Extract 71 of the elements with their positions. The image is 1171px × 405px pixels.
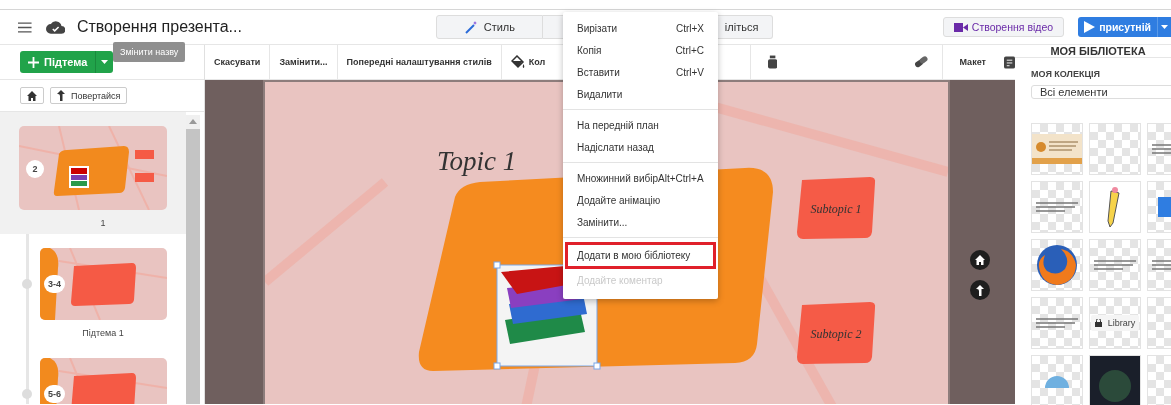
home-icon (975, 255, 985, 265)
menu-item[interactable]: Множинний вибірAlt+Ctrl+A (565, 167, 716, 189)
back-arrow-icon (57, 90, 65, 101)
menu-item[interactable]: Додайте анімацію (565, 189, 716, 211)
menu-item[interactable]: Копія Ctrl+C (565, 39, 716, 61)
menu-item[interactable]: На передній план (565, 114, 716, 136)
home-button[interactable] (970, 250, 990, 270)
toolbar-button[interactable]: Замінити... (270, 45, 338, 79)
menu-item[interactable]: Замінити... (565, 211, 716, 233)
menu-icon[interactable] (18, 21, 32, 33)
presentation-title[interactable]: Створення презента... (76, 18, 406, 36)
paint-bucket-icon (510, 55, 525, 69)
present-options-button[interactable] (1157, 17, 1171, 37)
slide-label: 1 (99, 218, 106, 228)
toolbar-button[interactable]: Попередні налаштування стилів (337, 45, 502, 79)
menu-item[interactable]: Вирізати Ctrl+X (565, 17, 716, 39)
home-icon (27, 90, 37, 101)
lock-icon (1094, 319, 1102, 327)
video-camera-icon (953, 22, 968, 32)
library-item[interactable] (1089, 355, 1141, 405)
jar-icon[interactable] (767, 55, 777, 69)
back-button[interactable] (970, 280, 990, 300)
add-options-button[interactable] (95, 51, 114, 73)
menu-item[interactable]: Вставити Ctrl+V (565, 61, 716, 83)
caret-icon (101, 60, 109, 64)
text-thumbnail (1035, 316, 1079, 330)
back-button[interactable]: Повертайся (50, 87, 128, 104)
subtopic-title[interactable]: Subtopic 1 (810, 202, 862, 216)
topic-title[interactable]: Topic 1 (437, 146, 517, 176)
pills-icon[interactable] (913, 55, 929, 69)
layout-button[interactable]: Макет (942, 45, 986, 79)
menu-item[interactable]: Додати в мою бібліотеку (565, 242, 716, 269)
caret-icon (1161, 25, 1168, 29)
tree-node-dot (22, 279, 32, 289)
globe-thumbnail (1042, 374, 1072, 388)
subtopic-shape[interactable] (797, 302, 876, 364)
home-button[interactable] (20, 87, 44, 104)
dark-thumbnail (1090, 356, 1140, 405)
library-item[interactable]: Library (1089, 297, 1141, 349)
create-video-button[interactable]: Створення відео (942, 17, 1065, 37)
tooltip: Змінити назву (113, 42, 186, 62)
library-title: МОЯ БІБЛІОТЕКА (1015, 45, 1171, 58)
cloud-icon (45, 20, 65, 34)
certificate-thumbnail (1032, 134, 1082, 164)
text-thumbnail (1035, 200, 1079, 214)
globe-logo-icon (1035, 243, 1079, 287)
present-button[interactable]: присутній (1078, 17, 1157, 37)
slide-item[interactable]: 3-4 Підтема 1 (0, 234, 186, 344)
toolbar-button[interactable]: Кол (501, 45, 555, 79)
subtopic-title[interactable]: Subtopic 2 (810, 327, 862, 341)
menu-item[interactable]: Видалити (565, 83, 716, 105)
plus-icon (28, 56, 39, 68)
subtopic-shape[interactable] (797, 177, 876, 239)
toolbar-button[interactable]: Скасувати (205, 45, 271, 79)
slide-item[interactable]: 5-6 (0, 344, 186, 404)
scrollbar[interactable] (186, 115, 200, 404)
style-button[interactable]: Стиль (435, 15, 543, 39)
note-icon[interactable] (1003, 55, 1015, 69)
slide-item[interactable]: 2 1 (0, 112, 186, 234)
tree-node-dot (22, 389, 32, 399)
collection-label: МОЯ КОЛЕКЦІЯ (1031, 69, 1101, 79)
scroll-up-icon[interactable] (189, 119, 197, 124)
filter-dropdown[interactable]: Всі елементи (1031, 85, 1171, 99)
menu-item[interactable]: Надіслати назад (565, 136, 716, 158)
library-item[interactable] (1031, 239, 1083, 291)
text-thumbnail (1093, 258, 1137, 272)
library-label: Library (1090, 315, 1140, 331)
magic-wand-icon (463, 20, 478, 34)
slide-label: Підтема 1 (81, 328, 124, 338)
back-arrow-icon (976, 284, 984, 296)
play-icon (1084, 21, 1096, 33)
